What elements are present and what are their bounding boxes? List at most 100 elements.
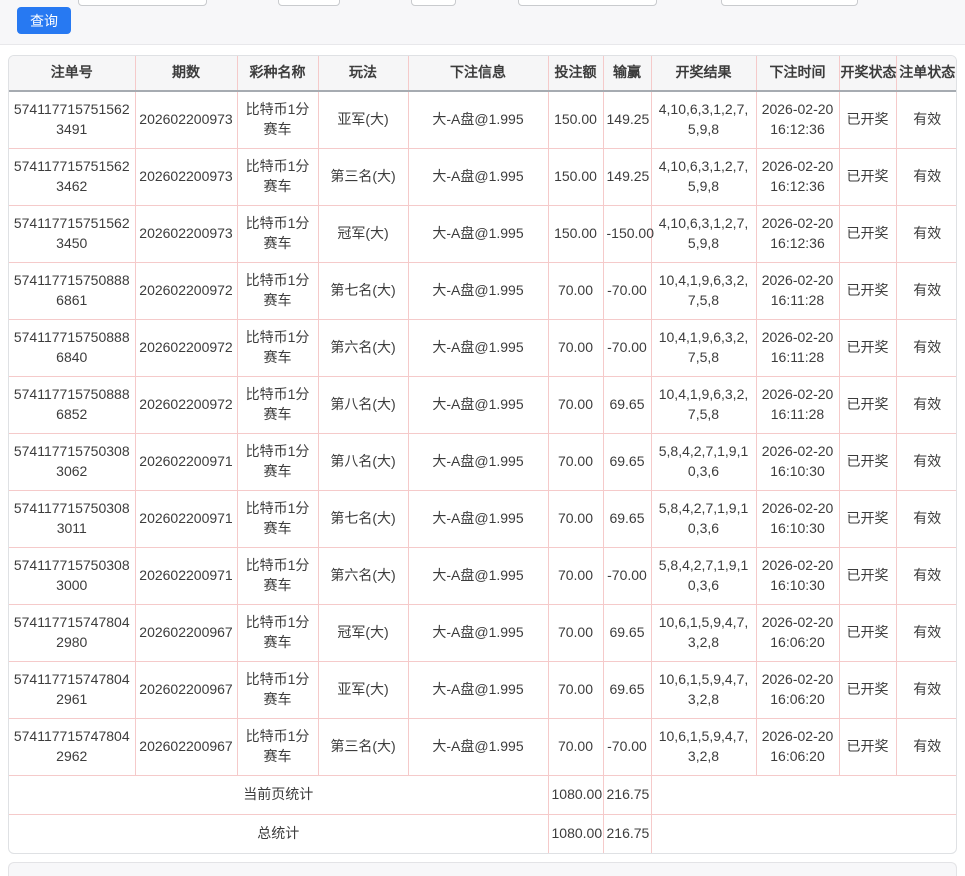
draw-status-cell: 已开奖 [839, 376, 896, 433]
play-cell: 亚军(大) [318, 661, 408, 718]
winloss-cell: -70.00 [603, 547, 651, 604]
period-cell: 202602200973 [135, 205, 237, 262]
result-cell: 5,8,4,2,7,1,9,10,3,6 [651, 547, 756, 604]
amount-cell: 70.00 [548, 661, 603, 718]
summary-winloss-cell: 216.75 [603, 775, 651, 814]
amount-cell: 70.00 [548, 262, 603, 319]
play-cell: 亚军(大) [318, 91, 408, 148]
bet-id-cell: 5741177157478042961 [9, 661, 135, 718]
bet-time-cell: 2026-02-20 16:06:20 [756, 718, 839, 775]
draw-status-cell: 已开奖 [839, 547, 896, 604]
bet-id-cell: 5741177157478042980 [9, 604, 135, 661]
bet-info-cell: 大-A盘@1.995 [408, 490, 548, 547]
bet-info-cell: 大-A盘@1.995 [408, 205, 548, 262]
filter-input-2[interactable] [278, 0, 340, 6]
play-cell: 第三名(大) [318, 718, 408, 775]
draw-status-cell: 已开奖 [839, 205, 896, 262]
filter-input-4[interactable] [518, 0, 657, 6]
bet-time-cell: 2026-02-20 16:10:30 [756, 433, 839, 490]
lottery-cell: 比特币1分赛车 [237, 490, 318, 547]
table-row: 5741177157478042961202602200967比特币1分赛车亚军… [9, 661, 957, 718]
amount-cell: 150.00 [548, 205, 603, 262]
result-cell: 10,6,1,5,9,4,7,3,2,8 [651, 661, 756, 718]
period-cell: 202602200973 [135, 91, 237, 148]
bet-info-cell: 大-A盘@1.995 [408, 148, 548, 205]
draw-status-cell: 已开奖 [839, 718, 896, 775]
filter-input-3[interactable] [411, 0, 456, 6]
lottery-cell: 比特币1分赛车 [237, 604, 318, 661]
order-status-cell: 有效 [896, 490, 957, 547]
play-cell: 第七名(大) [318, 490, 408, 547]
column-header-period: 期数 [135, 56, 237, 91]
total-summary-row: 总统计1080.00216.75 [9, 814, 957, 853]
result-cell: 10,4,1,9,6,3,2,7,5,8 [651, 376, 756, 433]
table-row: 5741177157503083011202602200971比特币1分赛车第七… [9, 490, 957, 547]
result-cell: 10,6,1,5,9,4,7,3,2,8 [651, 718, 756, 775]
bet-id-cell: 5741177157515623462 [9, 148, 135, 205]
draw-status-cell: 已开奖 [839, 604, 896, 661]
bet-id-cell: 5741177157503083011 [9, 490, 135, 547]
bet-info-cell: 大-A盘@1.995 [408, 433, 548, 490]
order-status-cell: 有效 [896, 718, 957, 775]
bet-time-cell: 2026-02-20 16:12:36 [756, 91, 839, 148]
period-cell: 202602200971 [135, 490, 237, 547]
bet-id-cell: 5741177157508886861 [9, 262, 135, 319]
winloss-cell: 149.25 [603, 91, 651, 148]
summary-label: 当前页统计 [9, 775, 548, 814]
amount-cell: 70.00 [548, 718, 603, 775]
draw-status-cell: 已开奖 [839, 319, 896, 376]
summary-empty-cell [651, 814, 957, 853]
order-status-cell: 有效 [896, 604, 957, 661]
summary-amount-cell: 1080.00 [548, 814, 603, 853]
period-cell: 202602200967 [135, 604, 237, 661]
bet-info-cell: 大-A盘@1.995 [408, 319, 548, 376]
table-row: 5741177157515623450202602200973比特币1分赛车冠军… [9, 205, 957, 262]
column-header-winloss: 输赢 [603, 56, 651, 91]
table-row: 5741177157508886840202602200972比特币1分赛车第六… [9, 319, 957, 376]
order-status-cell: 有效 [896, 319, 957, 376]
amount-cell: 70.00 [548, 376, 603, 433]
lottery-cell: 比特币1分赛车 [237, 319, 318, 376]
amount-cell: 70.00 [548, 319, 603, 376]
order-status-cell: 有效 [896, 205, 957, 262]
amount-cell: 150.00 [548, 148, 603, 205]
filter-input-1[interactable] [78, 0, 207, 6]
lottery-cell: 比特币1分赛车 [237, 376, 318, 433]
filter-input-5[interactable] [721, 0, 858, 6]
bet-id-cell: 5741177157515623450 [9, 205, 135, 262]
pagination-panel-stub [8, 862, 957, 876]
order-status-cell: 有效 [896, 262, 957, 319]
winloss-cell: -70.00 [603, 319, 651, 376]
column-header-lottery: 彩种名称 [237, 56, 318, 91]
lottery-cell: 比特币1分赛车 [237, 262, 318, 319]
bet-info-cell: 大-A盘@1.995 [408, 661, 548, 718]
bet-records-table: 注单号期数彩种名称玩法下注信息投注额输赢开奖结果下注时间开奖状态注单状态 574… [9, 56, 957, 853]
query-button[interactable]: 查询 [17, 7, 71, 34]
lottery-cell: 比特币1分赛车 [237, 205, 318, 262]
table-header: 注单号期数彩种名称玩法下注信息投注额输赢开奖结果下注时间开奖状态注单状态 [9, 56, 957, 91]
bet-time-cell: 2026-02-20 16:11:28 [756, 262, 839, 319]
play-cell: 第三名(大) [318, 148, 408, 205]
bet-time-cell: 2026-02-20 16:11:28 [756, 319, 839, 376]
order-status-cell: 有效 [896, 91, 957, 148]
table-row: 5741177157478042980202602200967比特币1分赛车冠军… [9, 604, 957, 661]
play-cell: 第六名(大) [318, 547, 408, 604]
amount-cell: 70.00 [548, 433, 603, 490]
result-cell: 10,4,1,9,6,3,2,7,5,8 [651, 319, 756, 376]
summary-empty-cell [651, 775, 957, 814]
period-cell: 202602200971 [135, 547, 237, 604]
page-summary-row: 当前页统计1080.00216.75 [9, 775, 957, 814]
period-cell: 202602200967 [135, 661, 237, 718]
result-cell: 5,8,4,2,7,1,9,10,3,6 [651, 490, 756, 547]
result-cell: 5,8,4,2,7,1,9,10,3,6 [651, 433, 756, 490]
lottery-cell: 比特币1分赛车 [237, 91, 318, 148]
summary-label: 总统计 [9, 814, 548, 853]
bet-id-cell: 5741177157508886852 [9, 376, 135, 433]
period-cell: 202602200973 [135, 148, 237, 205]
bet-time-cell: 2026-02-20 16:11:28 [756, 376, 839, 433]
bet-info-cell: 大-A盘@1.995 [408, 547, 548, 604]
lottery-cell: 比特币1分赛车 [237, 661, 318, 718]
period-cell: 202602200972 [135, 262, 237, 319]
period-cell: 202602200972 [135, 376, 237, 433]
table-row: 5741177157503083000202602200971比特币1分赛车第六… [9, 547, 957, 604]
